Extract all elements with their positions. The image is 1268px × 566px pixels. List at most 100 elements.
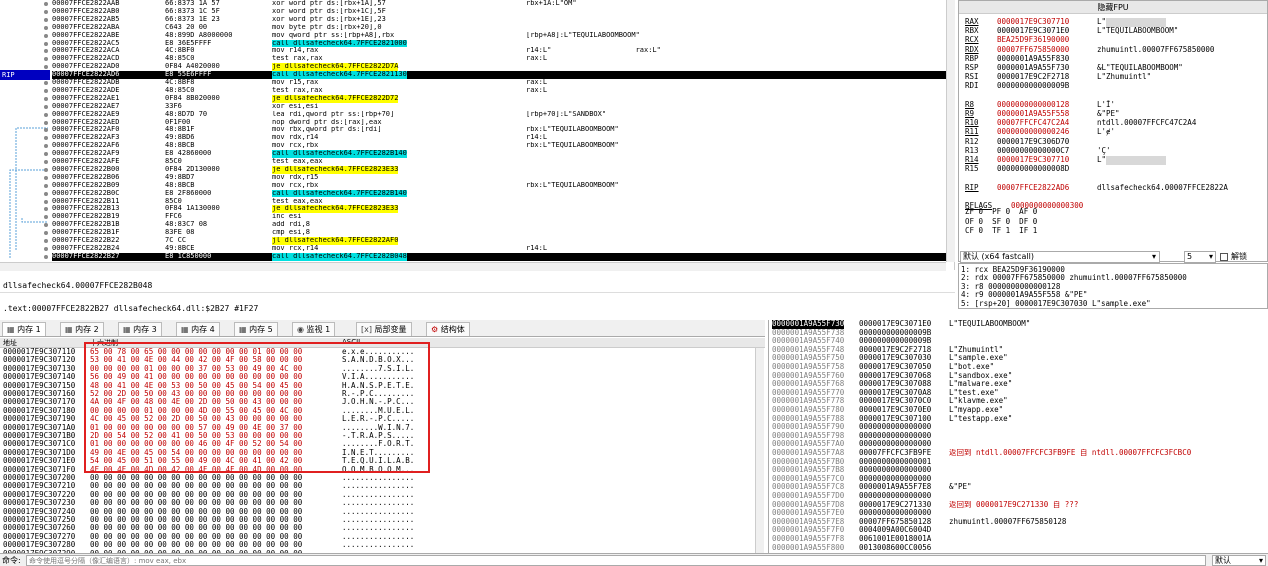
disasm-row[interactable]: 00007FFCE2822B19 FFC6 inc esi <box>52 213 949 221</box>
stack-row[interactable]: 0000001A9A55F768 0000017E9C307088 L"malwar… <box>769 380 1268 389</box>
disasm-row[interactable]: 00007FFCE2822AC5 E8 36E5FFFF call dllsafec… <box>52 39 949 48</box>
stack-row[interactable]: 0000001A9A55F730 0000017E9C3071E0 L"TEQUIL… <box>769 320 1268 329</box>
disasm-row[interactable]: 00007FFCE2822AF6 48:8BCB mov rcx,rbx rbx:L"… <box>52 142 949 150</box>
argument-row[interactable]: 5: [rsp+20] 0000017E9C307030 L"sample.ex… <box>961 300 1265 308</box>
dump-row[interactable]: 0000017E9C307230 00 00 00 00 00 00 00 00 … <box>0 499 755 507</box>
breakpoint-dot[interactable] <box>44 199 48 204</box>
breakpoint-dot[interactable] <box>44 160 48 164</box>
disasm-row[interactable]: 00007FFCE2822AE7 33F6 xor esi,esi <box>52 103 949 111</box>
tab-3[interactable]: ▦ 内存 3 <box>118 322 162 336</box>
command-mode-select[interactable]: 默认 ▾ <box>1212 555 1266 566</box>
disasm-row[interactable]: 00007FFCE2822B27 E8 1C850000 call dllsafec… <box>52 252 949 261</box>
arguments-pane[interactable]: 1: rcx BEA25D9F36190000 2: rdx 00007FF675… <box>958 263 1268 309</box>
disasm-row[interactable]: 00007FFCE2822AF3 49:8BD6 mov rdx,r14 r14:L <box>52 134 949 142</box>
disasm-row[interactable]: 00007FFCE2822AED 0F1F00 nop dword ptr ds:[… <box>52 119 949 127</box>
disasm-row[interactable]: 00007FFCE2822AD6 E8 55E6FFFF call dllsafec… <box>52 71 949 79</box>
breakpoint-dot[interactable] <box>44 104 48 109</box>
stack-row[interactable]: 0000001A9A55F7E0 0000000000000000 <box>769 509 1268 518</box>
breakpoint-dot[interactable] <box>44 183 48 188</box>
dump-row[interactable]: 0000017E9C307270 00 00 00 00 00 00 00 00 … <box>0 533 755 541</box>
disasm-row[interactable]: 00007FFCE2822AFE 85C0 test eax,eax <box>52 158 949 166</box>
stack-row[interactable]: 0000001A9A55F7A0 0000000000000000 <box>769 440 1268 449</box>
dump-row[interactable]: 0000017E9C307210 00 00 00 00 00 00 00 00 … <box>0 482 755 490</box>
stack-row[interactable]: 0000001A9A55F748 0000017E9C2F2718 L"Zhumui… <box>769 346 1268 355</box>
stack-row[interactable]: 0000001A9A55F780 0000017E9C3070E0 L"myapp.… <box>769 406 1268 415</box>
breakpoint-dot[interactable] <box>44 112 48 117</box>
breakpoint-dot[interactable] <box>44 9 48 14</box>
stack-row[interactable]: 0000001A9A55F740 000000000000009B <box>769 337 1268 346</box>
breakpoint-dot[interactable] <box>44 17 48 22</box>
disasm-row[interactable]: 00007FFCE2822B0C E8 2F860000 call dllsafec… <box>52 189 949 198</box>
unlock-checkbox[interactable] <box>1220 253 1228 261</box>
tab-2[interactable]: ▦ 内存 2 <box>60 322 104 336</box>
stack-row[interactable]: 0000001A9A55F7D8 0000017E9C271330 返回到 0000… <box>769 501 1268 510</box>
dump-row[interactable]: 0000017E9C307240 00 00 00 00 00 00 00 00 … <box>0 508 755 516</box>
disasm-row[interactable]: 00007FFCE2822AB5 66:8373 1E 23 xor word pt… <box>52 16 949 24</box>
disasm-row[interactable]: 00007FFCE2822ADE 48:85C0 test rax,rax rax:L <box>52 87 949 95</box>
dump-row[interactable]: 0000017E9C307250 00 00 00 00 00 00 00 00 … <box>0 516 755 524</box>
stack-row[interactable]: 0000001A9A55F7C8 0000001A9A55F7E8 &"PE" <box>769 483 1268 492</box>
breakpoint-dot[interactable] <box>44 191 48 196</box>
tab-6[interactable]: ◉ 监视 1 <box>292 322 336 336</box>
breakpoint-dot[interactable] <box>44 96 48 101</box>
stack-row[interactable]: 0000001A9A55F788 0000017E9C307100 L"testap… <box>769 415 1268 424</box>
hide-fpu-toggle[interactable]: 隐藏FPU <box>959 1 1267 14</box>
tab-5[interactable]: ▦ 内存 5 <box>234 322 278 336</box>
stack-row[interactable]: 0000001A9A55F800 0013008600CC0056 <box>769 544 1268 553</box>
disasm-row[interactable]: 00007FFCE2822ABA C643 20 00 mov byte ptr d… <box>52 24 949 32</box>
argument-row[interactable]: 4: r9 0000001A9A55F558 &"PE" <box>961 291 1265 299</box>
disasm-row[interactable]: 00007FFCE2822ACA 4C:8BF0 mov r14,rax r14:L"… <box>52 47 949 55</box>
tab-8[interactable]: ⚙ 结构体 <box>426 322 470 336</box>
breakpoint-dot[interactable] <box>44 175 48 180</box>
disasm-row[interactable]: 00007FFCE2822B13 0F84 1A130000 je dllsafec… <box>52 205 949 214</box>
disasm-row[interactable]: 00007FFCE2822AAB 66:8373 1A 57 xor word pt… <box>52 0 949 8</box>
tab-4[interactable]: ▦ 内存 4 <box>176 322 220 336</box>
breakpoint-dot[interactable] <box>44 254 48 259</box>
disasm-row[interactable]: 00007FFCE2822AE1 0F84 8B020000 je dllsafec… <box>52 94 949 103</box>
stack-row[interactable]: 0000001A9A55F760 0000017E9C307068 L"sandbo… <box>769 372 1268 381</box>
registers-pane[interactable]: 隐藏FPU RAX 0000017E9C307710 L" RBX 0000017E9C… <box>958 0 1268 262</box>
stack-row[interactable]: 0000001A9A55F7E8 00007FF675850128 zhumuint… <box>769 518 1268 527</box>
stack-row[interactable]: 0000001A9A55F790 0000000000000000 <box>769 423 1268 432</box>
call-convention-select[interactable]: 默认 (x64 fastcall) ▾ <box>960 251 1160 263</box>
disassembly-scrollbar[interactable] <box>946 0 955 262</box>
disasm-row[interactable]: 00007FFCE2822AF9 E8 42860000 call dllsafec… <box>52 150 949 158</box>
argument-row[interactable]: 1: rcx BEA25D9F36190000 <box>961 266 1265 274</box>
breakpoint-dot[interactable] <box>44 167 48 172</box>
disasm-row[interactable]: 00007FFCE2822AE9 48:8D7D 70 lea rdi,qword … <box>52 111 949 119</box>
breakpoint-dot[interactable] <box>44 41 48 46</box>
tab-7[interactable]: [x] 局部变量 <box>356 322 412 336</box>
breakpoint-dot[interactable] <box>44 25 48 30</box>
stack-row[interactable]: 0000001A9A55F750 0000017E9C307030 L"sample… <box>769 354 1268 363</box>
stack-row[interactable]: 0000001A9A55F798 0000000000000000 <box>769 432 1268 441</box>
stack-row[interactable]: 0000001A9A55F7F0 0004009A00C6004D <box>769 526 1268 535</box>
stack-row[interactable]: 0000001A9A55F7B0 0000000000000001 <box>769 458 1268 467</box>
disassembly-hscrollbar[interactable] <box>0 262 946 271</box>
disasm-row[interactable]: 00007FFCE2822ACD 48:85C0 test rax,rax rax:L <box>52 55 949 63</box>
disassembly-pane[interactable]: RIP 00007FFCE2822AAB 66:8373 1A 57 xor wor… <box>0 0 955 271</box>
stack-row[interactable]: 0000001A9A55F7A8 00007FFCFC3FB9FE 返回到 ntdl… <box>769 449 1268 458</box>
breakpoint-dot[interactable] <box>44 2 48 6</box>
stack-row[interactable]: 0000001A9A55F7C0 0000000000000000 <box>769 475 1268 484</box>
stack-row[interactable]: 0000001A9A55F7F8 0061001E0018001A <box>769 535 1268 544</box>
breakpoint-dot[interactable] <box>44 81 48 85</box>
breakpoint-dot[interactable] <box>44 120 48 125</box>
disasm-row[interactable]: 00007FFCE2822B1B 48:83C7 08 add rdi,8 <box>52 221 949 229</box>
dump-row[interactable]: 0000017E9C307280 00 00 00 00 00 00 00 00 … <box>0 541 755 549</box>
breakpoint-dot[interactable] <box>44 33 48 38</box>
argument-row[interactable]: 3: r8 0000000000000128 <box>961 283 1265 291</box>
stack-row[interactable]: 0000001A9A55F770 0000017E9C3070A8 L"test.e… <box>769 389 1268 398</box>
disasm-row[interactable]: 00007FFCE2822B22 7C CC jl dllsafecheck64.7… <box>52 237 949 245</box>
breakpoint-dot[interactable] <box>44 239 48 243</box>
disasm-row[interactable]: 00007FFCE2822B09 48:8BCB mov rcx,rbx rbx:L"… <box>52 182 949 190</box>
dump-scrollbar[interactable] <box>755 348 764 553</box>
stack-row[interactable]: 0000001A9A55F778 0000017E9C3070C0 L"klavme… <box>769 397 1268 406</box>
stack-row[interactable]: 0000001A9A55F758 0000017E9C307050 L"bot.ex… <box>769 363 1268 372</box>
disasm-row[interactable]: 00007FFCE2822B11 85C0 test eax,eax <box>52 198 949 206</box>
disasm-row[interactable]: 00007FFCE2822AD0 0F84 A4020000 je dllsafec… <box>52 63 949 72</box>
arg-count-spinner[interactable]: 5 ▾ <box>1184 251 1216 263</box>
stack-row[interactable]: 0000001A9A55F738 000000000000009B <box>769 329 1268 338</box>
disasm-row[interactable]: 00007FFCE2822B00 0F84 2D130000 je dllsafec… <box>52 165 949 174</box>
stack-row[interactable]: 0000001A9A55F7B8 0000000000000000 <box>769 466 1268 475</box>
disasm-row[interactable]: 00007FFCE2822ABE 48:899D A8000000 mov qwor… <box>52 32 949 40</box>
